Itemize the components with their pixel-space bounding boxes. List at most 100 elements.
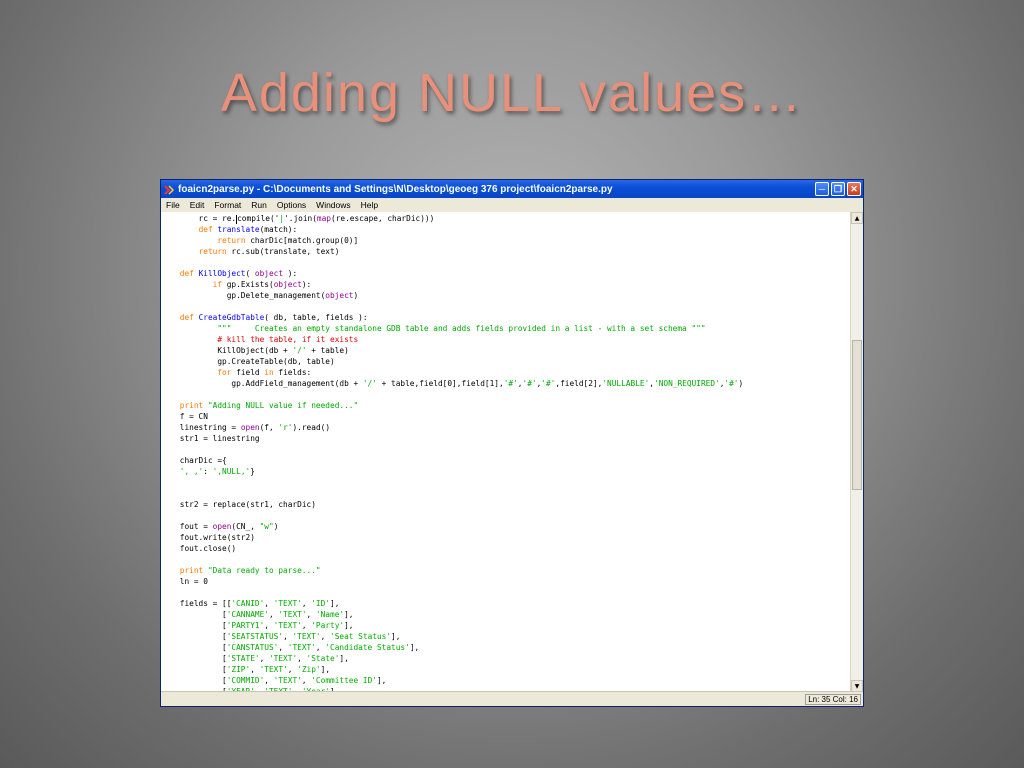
code-token: , (306, 610, 316, 619)
code-token: ) (273, 522, 279, 531)
code-line: gp.AddField_management(db + '/' + table,… (161, 378, 850, 389)
code-token: 'Committee ID' (311, 676, 377, 685)
code-token: object (273, 280, 302, 289)
code-token: 'COMMID' (226, 676, 265, 685)
code-token: 'Zip' (297, 665, 321, 674)
code-token: , (259, 654, 269, 663)
restore-icon: ❐ (833, 183, 843, 194)
scroll-up-button[interactable]: ▲ (851, 212, 863, 224)
code-token: : (203, 467, 213, 476)
code-token: gp.AddField_management(db + (161, 379, 363, 388)
code-token: object (325, 291, 354, 300)
code-line: fout.write(str2) (161, 532, 850, 543)
code-token: 'CANSTATUS' (226, 643, 279, 652)
code-token: 'CANID' (231, 599, 265, 608)
code-token: ',NULL,' (212, 467, 251, 476)
code-token: # kill the table, if it exists (217, 335, 359, 344)
code-token: [ (161, 610, 227, 619)
code-token: object (254, 269, 284, 278)
code-line: def translate(match): (161, 224, 850, 235)
code-token: 'ZIP' (226, 665, 251, 674)
code-token: gp.Exists( (226, 280, 274, 289)
menu-format[interactable]: Format (209, 200, 246, 210)
code-line: ['SEATSTATUS', 'TEXT', 'Seat Status'], (161, 631, 850, 642)
menu-edit[interactable]: Edit (185, 200, 210, 210)
menu-help[interactable]: Help (356, 200, 383, 210)
minimize-button[interactable]: ─ (815, 182, 829, 196)
code-token: (re.escape, charDic))) (331, 214, 435, 223)
close-button[interactable]: ✕ (847, 182, 861, 196)
code-token: ], (344, 610, 354, 619)
code-token: fout.write(str2) (161, 533, 255, 542)
code-token: , (278, 643, 288, 652)
code-token: [ (161, 676, 227, 685)
code-token: + table) (306, 346, 349, 355)
code-token: 'r' (278, 423, 293, 432)
code-token: 'PARTY1' (226, 621, 265, 630)
code-token: fout.close() (161, 544, 237, 553)
code-token: fout = (161, 522, 213, 531)
code-line: rc = re.compile('|'.join(map(re.escape, … (161, 213, 850, 224)
code-token: , (268, 610, 279, 619)
menu-windows[interactable]: Windows (311, 200, 355, 210)
code-token: ', ,' (179, 467, 204, 476)
code-token: 'NULLABLE' (602, 379, 650, 388)
code-line: KillObject(db + '/' + table) (161, 345, 850, 356)
code-line: str1 = linestring (161, 433, 850, 444)
code-token: 'TEXT' (268, 654, 298, 663)
code-token: 'NON_REQUIRED' (654, 379, 720, 388)
code-token: ], (330, 599, 340, 608)
code-token: ], (409, 643, 420, 652)
code-line: ['CANSTATUS', 'TEXT', 'Candidate Status'… (161, 642, 850, 653)
code-token: , (301, 676, 312, 685)
code-token: f = CN (161, 412, 208, 421)
window-title: foaicn2parse.py - C:\Documents and Setti… (178, 183, 613, 195)
code-token: return (198, 247, 232, 256)
code-token: 'SEATSTATUS' (226, 632, 284, 641)
menu-file[interactable]: File (161, 200, 185, 210)
code-token: 'ID' (311, 599, 331, 608)
code-line: ['CANNAME', 'TEXT', 'Name'], (161, 609, 850, 620)
code-token: ( (245, 269, 255, 278)
code-line: ['STATE', 'TEXT', 'State'], (161, 653, 850, 664)
code-token: [ (161, 654, 227, 663)
code-token: '#' (503, 379, 518, 388)
code-token: 'TEXT' (287, 643, 316, 652)
title-bar[interactable]: foaicn2parse.py - C:\Documents and Setti… (161, 180, 863, 198)
code-token: 'TEXT' (292, 632, 321, 641)
code-token: (CN_, (231, 522, 260, 531)
vertical-scrollbar[interactable]: ▲ ▼ (850, 212, 863, 692)
code-token: charDic[match.group(0)] (250, 236, 359, 245)
code-token: , (264, 621, 274, 630)
menu-run[interactable]: Run (246, 200, 272, 210)
code-token: if (212, 280, 227, 289)
code-token: 'Name' (315, 610, 345, 619)
maximize-button[interactable]: ❐ (831, 182, 845, 196)
menu-options[interactable]: Options (272, 200, 311, 210)
code-line: def CreateGdbTable( db, table, fields ): (161, 312, 850, 323)
code-token: open (212, 522, 232, 531)
code-token: '/' (362, 379, 377, 388)
code-token: str1 = linestring (161, 434, 260, 443)
code-area[interactable]: rc = re.compile('|'.join(map(re.escape, … (161, 212, 850, 692)
scroll-thumb[interactable] (852, 340, 862, 490)
code-line: str2 = replace(str1, charDic) (161, 499, 850, 510)
code-token: 'TEXT' (273, 676, 302, 685)
code-line: for field in fields: (161, 367, 850, 378)
python-icon (163, 183, 175, 195)
code-line: gp.CreateTable(db, table) (161, 356, 850, 367)
code-token: return (217, 236, 251, 245)
code-editor[interactable]: rc = re.compile('|'.join(map(re.escape, … (161, 212, 863, 692)
code-token: in (264, 368, 279, 377)
code-line: print "Data ready to parse..." (161, 565, 850, 576)
code-token: ], (339, 654, 349, 663)
code-token: open (240, 423, 260, 432)
code-token: ,field[2], (555, 379, 603, 388)
code-token: 'STATE' (226, 654, 260, 663)
